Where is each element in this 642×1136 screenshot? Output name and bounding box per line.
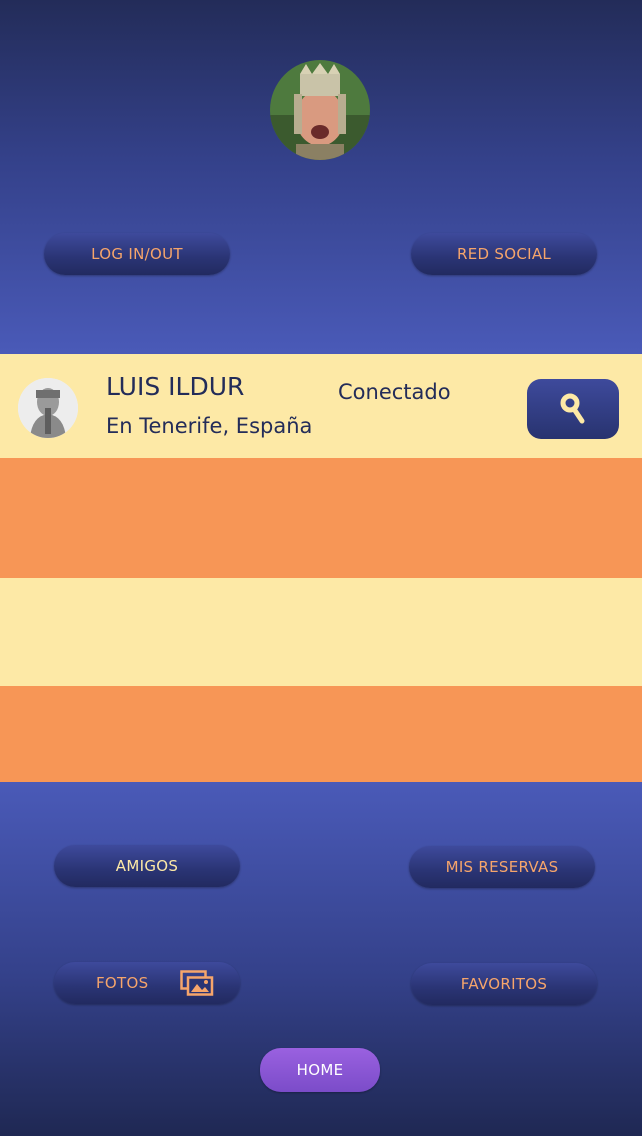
social-network-button[interactable]: RED SOCIAL (411, 233, 597, 275)
profile-photo (270, 60, 370, 160)
row-band (0, 578, 642, 686)
favoritos-button[interactable]: FAVORITOS (411, 963, 597, 1005)
search-button[interactable] (527, 379, 619, 439)
user-location: En Tenerife, España (106, 414, 313, 438)
user-photo (18, 378, 78, 438)
user-name: LUIS ILDUR (106, 372, 245, 401)
fotos-button[interactable]: FOTOS (54, 962, 240, 1004)
amigos-button[interactable]: AMIGOS (54, 845, 240, 887)
header-background (0, 0, 642, 354)
user-avatar[interactable] (18, 378, 78, 438)
profile-avatar[interactable] (270, 60, 370, 160)
row-band (0, 458, 642, 578)
login-button[interactable]: LOG IN/OUT (44, 233, 230, 275)
fotos-label: FOTOS (96, 974, 149, 992)
search-icon (560, 393, 585, 424)
photos-icon (180, 970, 214, 996)
mis-reservas-button[interactable]: MIS RESERVAS (409, 846, 595, 888)
home-button[interactable]: HOME (260, 1048, 380, 1092)
row-band (0, 686, 642, 782)
user-status: Conectado (338, 380, 451, 404)
